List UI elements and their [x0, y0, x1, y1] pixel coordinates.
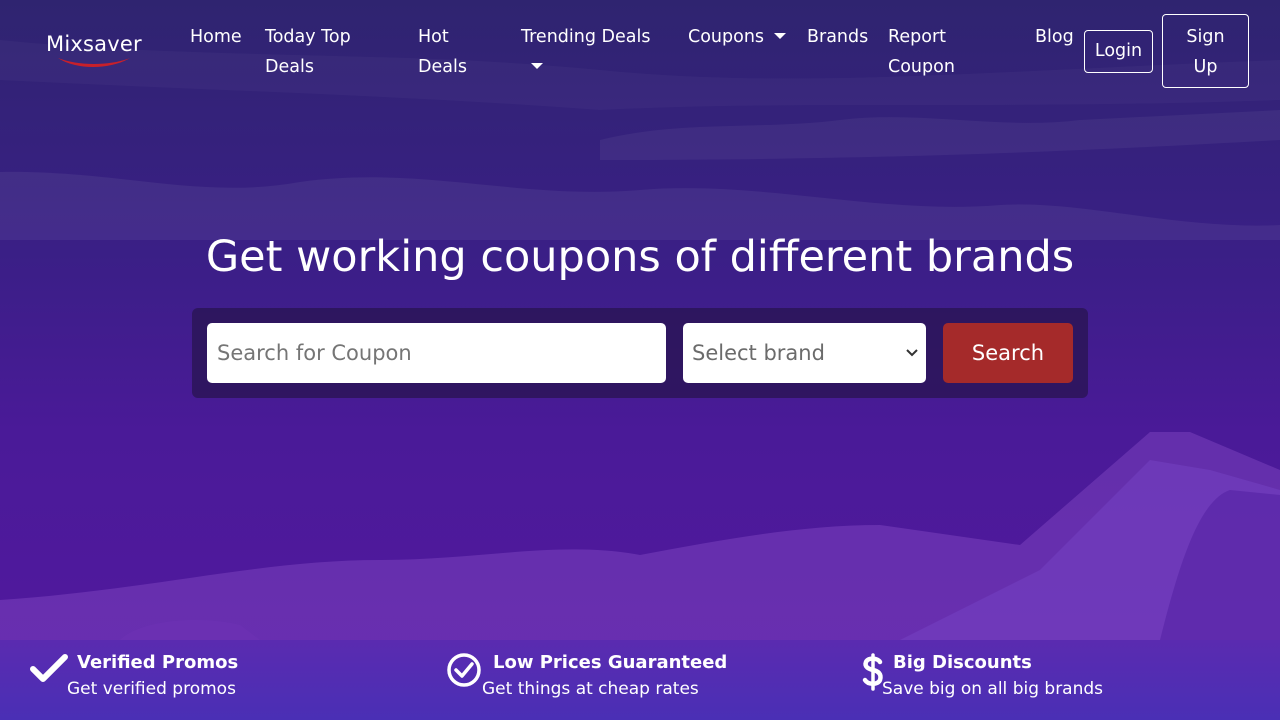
nav-brands[interactable]: Brands	[807, 22, 877, 52]
brand-select[interactable]: Select brand	[683, 323, 926, 383]
nav-report-coupon[interactable]: Report Coupon	[888, 22, 963, 82]
check-icon	[30, 654, 68, 682]
login-button[interactable]: Login	[1084, 30, 1153, 73]
nav-today-top-deals[interactable]: Today Top Deals	[265, 22, 385, 82]
logo-swoosh-icon	[58, 58, 130, 67]
search-button[interactable]: Search	[943, 323, 1073, 383]
check-circle-icon	[447, 653, 481, 687]
feature-title: Verified Promos	[77, 652, 239, 673]
feature-low-prices: Low Prices Guaranteed Get things at chea…	[446, 652, 727, 699]
signup-button[interactable]: Sign Up	[1162, 14, 1249, 88]
hero-title: Get working coupons of different brands	[205, 232, 1075, 282]
nav-trending-deals[interactable]: Trending Deals	[521, 22, 671, 82]
feature-title: Big Discounts	[893, 652, 1032, 673]
coupon-search-input[interactable]	[207, 323, 666, 383]
nav-trending-deals-label: Trending Deals	[521, 27, 651, 47]
brand-logo[interactable]: Mixsaver	[46, 32, 146, 76]
feature-subtitle: Get things at cheap rates	[482, 679, 699, 699]
feature-title: Low Prices Guaranteed	[493, 652, 728, 673]
nav-coupons-label: Coupons	[688, 27, 765, 47]
feature-verified-promos: Verified Promos Get verified promos	[30, 652, 238, 699]
chevron-down-icon	[906, 349, 918, 357]
feature-subtitle: Save big on all big brands	[882, 679, 1104, 699]
feature-subtitle: Get verified promos	[67, 679, 236, 699]
feature-big-discounts: Big Discounts Save big on all big brands	[860, 652, 1103, 699]
nav-hot-deals[interactable]: Hot Deals	[418, 22, 488, 82]
caret-down-icon	[531, 63, 543, 69]
nav-coupons[interactable]: Coupons	[688, 22, 788, 52]
features-bar: Verified Promos Get verified promos Low …	[0, 640, 1280, 720]
nav-home[interactable]: Home	[190, 22, 250, 52]
dollar-icon	[862, 653, 883, 691]
nav-blog[interactable]: Blog	[1035, 22, 1080, 52]
brand-select-value: Select brand	[692, 341, 825, 365]
search-panel: Select brand Search	[192, 308, 1088, 398]
navbar: Mixsaver Home Today Top Deals Hot Deals …	[0, 0, 1280, 100]
brand-name: Mixsaver	[46, 32, 142, 56]
caret-down-icon	[774, 33, 787, 39]
